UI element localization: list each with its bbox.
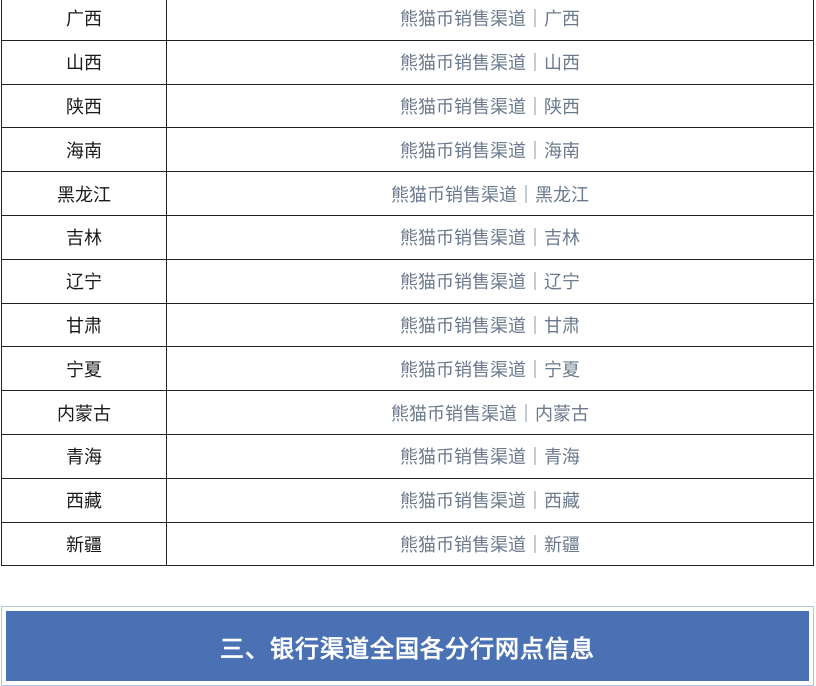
table-row: 甘肃 熊猫币销售渠道｜甘肃: [1, 302, 814, 348]
region-name-cell: 甘肃: [1, 302, 167, 348]
channel-link[interactable]: 熊猫币销售渠道｜海南: [400, 141, 580, 162]
channel-link-cell: 熊猫币销售渠道｜内蒙古: [166, 390, 814, 435]
region-name-cell: 宁夏: [1, 346, 167, 392]
table-row: 宁夏 熊猫币销售渠道｜宁夏: [1, 346, 814, 392]
section-title: 三、银行渠道全国各分行网点信息: [220, 634, 595, 663]
region-name-cell: 辽宁: [1, 258, 167, 304]
table-row: 西藏 熊猫币销售渠道｜西藏: [1, 477, 814, 523]
channel-link[interactable]: 熊猫币销售渠道｜黑龙江: [391, 185, 589, 206]
channel-link-cell: 熊猫币销售渠道｜辽宁: [166, 258, 814, 304]
channel-link-cell: 熊猫币销售渠道｜宁夏: [166, 346, 814, 392]
channel-link-cell: 熊猫币销售渠道｜山西: [166, 39, 814, 85]
region-table-body: 广西 熊猫币销售渠道｜广西 山西 熊猫币销售渠道｜山西 陕西 熊猫币销售渠道｜陕…: [1, 0, 814, 567]
region-name-cell: 海南: [1, 127, 167, 173]
table-row: 黑龙江 熊猫币销售渠道｜黑龙江: [1, 171, 814, 216]
channel-link[interactable]: 熊猫币销售渠道｜山西: [400, 53, 580, 74]
region-channel-table: 广西 熊猫币销售渠道｜广西 山西 熊猫币销售渠道｜山西 陕西 熊猫币销售渠道｜陕…: [1, 0, 814, 567]
table-row: 新疆 熊猫币销售渠道｜新疆: [1, 521, 814, 567]
channel-link[interactable]: 熊猫币销售渠道｜辽宁: [400, 272, 580, 293]
channel-link-cell: 熊猫币销售渠道｜西藏: [166, 477, 814, 523]
table-row: 青海 熊猫币销售渠道｜青海: [1, 433, 814, 479]
region-name-cell: 黑龙江: [1, 171, 167, 216]
section-banner-fill: 三、银行渠道全国各分行网点信息: [6, 611, 809, 681]
region-name-cell: 新疆: [1, 521, 167, 567]
region-name-cell: 陕西: [1, 83, 167, 129]
channel-link[interactable]: 熊猫币销售渠道｜广西: [400, 9, 580, 30]
channel-link[interactable]: 熊猫币销售渠道｜青海: [400, 447, 580, 468]
region-name-cell: 山西: [1, 39, 167, 85]
table-row: 辽宁 熊猫币销售渠道｜辽宁: [1, 258, 814, 304]
channel-link-cell: 熊猫币销售渠道｜广西: [166, 0, 814, 41]
table-row: 陕西 熊猫币销售渠道｜陕西: [1, 83, 814, 129]
channel-link[interactable]: 熊猫币销售渠道｜甘肃: [400, 316, 580, 337]
channel-link-cell: 熊猫币销售渠道｜青海: [166, 433, 814, 479]
channel-link-cell: 熊猫币销售渠道｜吉林: [166, 214, 814, 260]
section-banner: 三、银行渠道全国各分行网点信息: [1, 606, 814, 686]
channel-link[interactable]: 熊猫币销售渠道｜新疆: [400, 535, 580, 556]
table-row: 内蒙古 熊猫币销售渠道｜内蒙古: [1, 390, 814, 435]
region-name-cell: 青海: [1, 433, 167, 479]
channel-link-cell: 熊猫币销售渠道｜甘肃: [166, 302, 814, 348]
channel-link[interactable]: 熊猫币销售渠道｜陕西: [400, 97, 580, 118]
channel-link-cell: 熊猫币销售渠道｜新疆: [166, 521, 814, 567]
region-name-cell: 吉林: [1, 214, 167, 260]
channel-link-cell: 熊猫币销售渠道｜陕西: [166, 83, 814, 129]
channel-link-cell: 熊猫币销售渠道｜黑龙江: [166, 171, 814, 216]
channel-link-cell: 熊猫币销售渠道｜海南: [166, 127, 814, 173]
table-row: 广西 熊猫币销售渠道｜广西: [1, 0, 814, 41]
channel-link[interactable]: 熊猫币销售渠道｜西藏: [400, 491, 580, 512]
channel-link[interactable]: 熊猫币销售渠道｜宁夏: [400, 360, 580, 381]
region-name-cell: 内蒙古: [1, 390, 167, 435]
table-row: 山西 熊猫币销售渠道｜山西: [1, 39, 814, 85]
region-name-cell: 广西: [1, 0, 167, 41]
channel-link[interactable]: 熊猫币销售渠道｜吉林: [400, 228, 580, 249]
table-row: 海南 熊猫币销售渠道｜海南: [1, 127, 814, 173]
table-row: 吉林 熊猫币销售渠道｜吉林: [1, 214, 814, 260]
channel-link[interactable]: 熊猫币销售渠道｜内蒙古: [391, 404, 589, 425]
region-name-cell: 西藏: [1, 477, 167, 523]
